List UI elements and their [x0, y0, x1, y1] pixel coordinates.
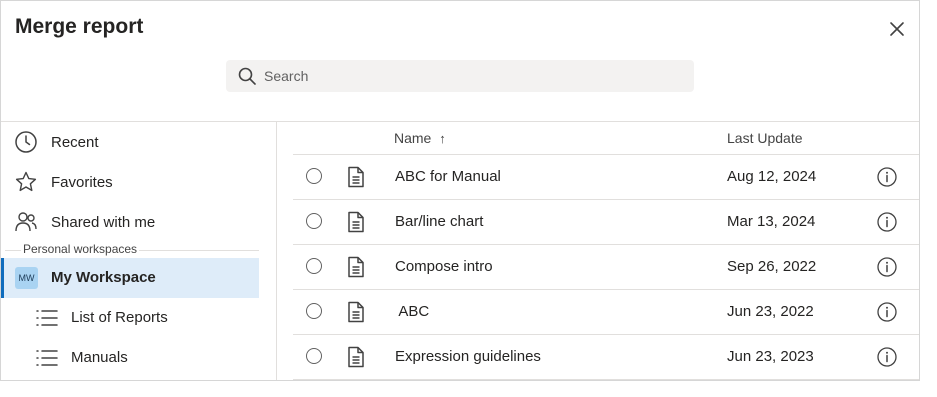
last-update: Aug 12, 2024: [727, 168, 817, 185]
workspace-avatar: MW: [15, 267, 38, 289]
table-row[interactable]: ABC Jun 23, 2022: [293, 290, 919, 335]
clock-icon: [14, 130, 38, 154]
sidebar-item-label: Favorites: [51, 173, 113, 191]
document-icon: [346, 346, 366, 368]
scrollbar[interactable]: [919, 166, 920, 381]
document-icon: [346, 256, 366, 278]
info-icon[interactable]: [876, 346, 898, 368]
table-row[interactable]: Expression guidelines Jun 23, 2023: [293, 335, 919, 380]
sidebar-item-manuals[interactable]: Manuals: [1, 338, 259, 378]
sidebar-item-shared[interactable]: Shared with me: [1, 202, 259, 242]
list-icon: [35, 347, 59, 369]
column-header-name[interactable]: Name ↑: [394, 130, 446, 146]
info-icon[interactable]: [876, 256, 898, 278]
row-radio[interactable]: [306, 213, 322, 229]
search-icon: [237, 66, 257, 86]
row-radio[interactable]: [306, 303, 322, 319]
people-icon: [14, 210, 38, 234]
section-label: Personal workspaces: [21, 242, 140, 256]
document-icon: [346, 166, 366, 188]
search-input[interactable]: [264, 60, 684, 92]
report-name: Expression guidelines: [395, 348, 541, 365]
sidebar-item-label: Recent: [51, 133, 99, 151]
row-radio[interactable]: [306, 258, 322, 274]
sidebar-item-favorites[interactable]: Favorites: [1, 162, 259, 202]
last-update: Jun 23, 2023: [727, 348, 814, 365]
sidebar-item-recent[interactable]: Recent: [1, 122, 259, 162]
row-radio[interactable]: [306, 348, 322, 364]
sidebar-item-my-workspace[interactable]: MW My Workspace: [1, 258, 259, 298]
row-radio[interactable]: [306, 168, 322, 184]
sidebar-item-label: Shared with me: [51, 213, 156, 231]
dialog-title: Merge report: [15, 15, 144, 38]
last-update: Sep 26, 2022: [727, 258, 817, 275]
info-icon[interactable]: [876, 211, 898, 233]
selection-indicator: [1, 258, 4, 298]
table-row[interactable]: Bar/line chart Mar 13, 2024: [293, 200, 919, 245]
report-name: ABC: [395, 303, 430, 320]
info-icon[interactable]: [876, 301, 898, 323]
document-icon: [346, 301, 366, 323]
sort-ascending-icon: ↑: [439, 131, 446, 146]
report-name: ABC for Manual: [395, 168, 501, 185]
report-name: Bar/line chart: [395, 213, 484, 230]
list-icon: [35, 307, 59, 329]
close-icon[interactable]: [885, 17, 909, 41]
column-header-last-update[interactable]: Last Update: [727, 130, 803, 146]
report-name: Compose intro: [395, 258, 493, 275]
last-update: Jun 23, 2022: [727, 303, 814, 320]
sidebar-item-label: List of Reports: [71, 309, 168, 326]
info-icon[interactable]: [876, 166, 898, 188]
sidebar-item-label: My Workspace: [51, 269, 156, 286]
document-icon: [346, 211, 366, 233]
sidebar-item-list-of-reports[interactable]: List of Reports: [1, 298, 259, 338]
merge-report-dialog: Merge report Recent Favorites Shared wit…: [0, 0, 920, 381]
star-icon: [14, 170, 38, 194]
table-row[interactable]: Compose intro Sep 26, 2022: [293, 245, 919, 290]
last-update: Mar 13, 2024: [727, 213, 816, 230]
column-header-label: Name: [394, 130, 432, 146]
search-box[interactable]: [226, 60, 694, 92]
pane-divider: [276, 122, 277, 380]
table-row[interactable]: ABC for Manual Aug 12, 2024: [293, 155, 919, 200]
sidebar-item-label: Manuals: [71, 349, 128, 366]
